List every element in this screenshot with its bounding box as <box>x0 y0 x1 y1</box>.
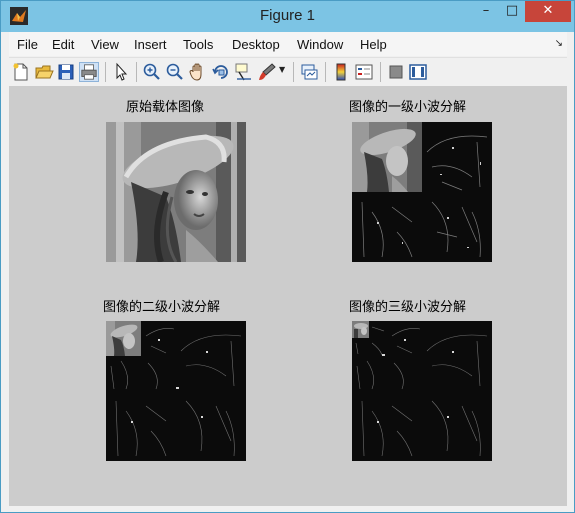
panel-title-level2: 图像的二级小波分解 <box>103 300 221 315</box>
level3-wavelet-image[interactable] <box>352 321 492 461</box>
figure-window: Figure 1 – □ ✕ File Edit View Insert Too… <box>0 0 575 513</box>
panel-title-level1: 图像的一级小波分解 <box>349 100 467 115</box>
figure-toolbar: ▼ <box>9 57 567 87</box>
level2-approx-subband <box>106 321 141 356</box>
panel-title-original: 原始载体图像 <box>126 100 205 115</box>
link-plot-icon[interactable] <box>299 62 319 82</box>
edit-plot-arrow-icon[interactable] <box>111 62 131 82</box>
dock-arrow-icon[interactable]: ↘ <box>555 38 563 49</box>
toolbar-separator <box>325 62 326 82</box>
figure-canvas[interactable]: 原始载体图像 图像的一级小波分解 图像的二级小波分解 图像的三级小波分解 <box>9 86 567 506</box>
menu-help[interactable]: Help <box>360 37 387 52</box>
toolbar-separator <box>380 62 381 82</box>
legend-icon[interactable] <box>354 62 374 82</box>
data-cursor-icon[interactable] <box>234 62 254 82</box>
panel-title-level3: 图像的三级小波分解 <box>349 300 467 315</box>
level3-approx-subband <box>352 321 369 338</box>
rotate-3d-icon[interactable] <box>211 62 231 82</box>
zoom-out-icon[interactable] <box>165 62 185 82</box>
show-plot-tools-icon[interactable] <box>408 62 428 82</box>
colorbar-icon[interactable] <box>331 62 351 82</box>
menu-desktop[interactable]: Desktop <box>232 37 280 52</box>
brush-dropdown-arrow-icon[interactable]: ▼ <box>279 65 285 74</box>
menu-view[interactable]: View <box>91 37 119 52</box>
toolbar-separator <box>136 62 137 82</box>
menu-window[interactable]: Window <box>297 37 343 52</box>
title-bar[interactable]: Figure 1 – □ ✕ <box>1 1 574 32</box>
print-icon[interactable] <box>79 62 99 82</box>
zoom-in-icon[interactable] <box>142 62 162 82</box>
original-lena-image[interactable] <box>106 122 246 262</box>
menu-tools[interactable]: Tools <box>183 37 213 52</box>
close-button[interactable]: ✕ <box>525 1 571 22</box>
minimize-button[interactable]: – <box>473 1 499 22</box>
hide-plot-tools-icon[interactable] <box>386 62 406 82</box>
new-figure-icon[interactable] <box>11 62 31 82</box>
pan-hand-icon[interactable] <box>188 62 208 82</box>
toolbar-separator <box>293 62 294 82</box>
toolbar-separator <box>105 62 106 82</box>
level2-wavelet-image[interactable] <box>106 321 246 461</box>
level1-approx-subband <box>352 122 422 192</box>
menu-insert[interactable]: Insert <box>134 37 167 52</box>
save-icon[interactable] <box>56 62 76 82</box>
brush-icon[interactable] <box>257 62 277 82</box>
menu-edit[interactable]: Edit <box>52 37 74 52</box>
maximize-button[interactable]: □ <box>499 1 525 22</box>
menu-file[interactable]: File <box>17 37 38 52</box>
level1-wavelet-image[interactable] <box>352 122 492 262</box>
open-file-icon[interactable] <box>34 62 54 82</box>
menu-bar: File Edit View Insert Tools Desktop Wind… <box>9 32 567 56</box>
